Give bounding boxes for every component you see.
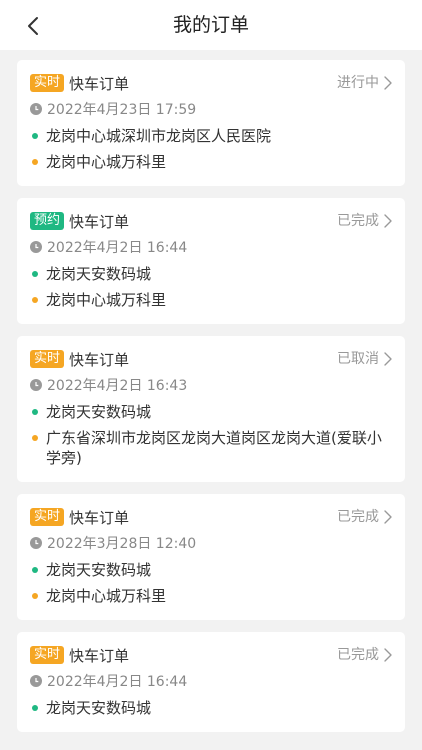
- end-dot-icon: [32, 435, 38, 441]
- order-mode-badge: 实时: [30, 350, 65, 368]
- order-type-label: 快车订单: [69, 646, 130, 665]
- end-dot-icon: [32, 297, 38, 303]
- top-bar: 我的订单: [0, 0, 422, 50]
- order-type-label: 快车订单: [69, 350, 130, 369]
- order-status-label: 已完成: [337, 647, 379, 663]
- order-status[interactable]: 已完成: [337, 644, 392, 666]
- order-status[interactable]: 已取消: [337, 348, 392, 370]
- order-card[interactable]: 预约 快车订单 已完成 2022年4月2日 16:44 龙岗天安数码城 龙岗中心…: [17, 198, 405, 324]
- end-address: 龙岗中心城万科里: [30, 290, 392, 310]
- start-address-text: 龙岗天安数码城: [46, 699, 152, 717]
- chevron-right-icon: [383, 510, 392, 524]
- order-mode-badge: 实时: [30, 646, 65, 664]
- start-address: 龙岗天安数码城: [30, 264, 392, 284]
- order-status-label: 已取消: [337, 351, 379, 367]
- start-dot-icon: [32, 133, 38, 139]
- start-address-text: 龙岗中心城深圳市龙岗区人民医院: [46, 127, 272, 145]
- clock-icon: [30, 241, 42, 253]
- order-card[interactable]: 实时 快车订单 进行中 2022年4月23日 17:59 龙岗中心城深圳市龙岗区…: [17, 60, 405, 186]
- order-card[interactable]: 实时 快车订单 已完成 2022年4月2日 16:44 龙岗天安数码城: [17, 632, 405, 732]
- order-status[interactable]: 已完成: [337, 506, 392, 528]
- end-address: 龙岗中心城万科里: [30, 586, 392, 606]
- end-address: 龙岗中心城万科里: [30, 152, 392, 172]
- start-dot-icon: [32, 567, 38, 573]
- order-mode-badge: 实时: [30, 508, 65, 526]
- order-status-label: 进行中: [337, 75, 379, 91]
- chevron-right-icon: [383, 352, 392, 366]
- end-address-text: 广东省深圳市龙岗区龙岗大道岗区龙岗大道(爱联小学旁): [46, 429, 382, 467]
- order-list: 实时 快车订单 进行中 2022年4月23日 17:59 龙岗中心城深圳市龙岗区…: [17, 60, 405, 744]
- start-address: 龙岗天安数码城: [30, 698, 392, 718]
- order-type-label: 快车订单: [69, 508, 130, 527]
- end-address-text: 龙岗中心城万科里: [46, 291, 167, 309]
- clock-icon: [30, 537, 42, 549]
- order-time: 2022年4月2日 16:44: [47, 240, 188, 256]
- order-time: 2022年4月23日 17:59: [47, 102, 197, 118]
- order-time: 2022年3月28日 12:40: [47, 536, 197, 552]
- clock-icon: [30, 103, 42, 115]
- order-card[interactable]: 实时 快车订单 已取消 2022年4月2日 16:43 龙岗天安数码城 广东省深…: [17, 336, 405, 482]
- chevron-right-icon: [383, 648, 392, 662]
- order-type-label: 快车订单: [69, 212, 130, 231]
- start-address: 龙岗中心城深圳市龙岗区人民医院: [30, 126, 392, 146]
- clock-icon: [30, 675, 42, 687]
- start-dot-icon: [32, 705, 38, 711]
- order-type-label: 快车订单: [69, 74, 130, 93]
- start-address: 龙岗天安数码城: [30, 402, 392, 422]
- order-time: 2022年4月2日 16:44: [47, 674, 188, 690]
- start-dot-icon: [32, 409, 38, 415]
- order-status[interactable]: 已完成: [337, 210, 392, 232]
- order-mode-badge: 预约: [30, 212, 65, 230]
- chevron-right-icon: [383, 214, 392, 228]
- start-address-text: 龙岗天安数码城: [46, 265, 152, 283]
- end-dot-icon: [32, 593, 38, 599]
- page-title: 我的订单: [172, 14, 249, 36]
- end-address-text: 龙岗中心城万科里: [46, 587, 167, 605]
- start-address-text: 龙岗天安数码城: [46, 561, 152, 579]
- order-mode-badge: 实时: [30, 74, 65, 92]
- order-card[interactable]: 实时 快车订单 已完成 2022年3月28日 12:40 龙岗天安数码城 龙岗中…: [17, 494, 405, 620]
- end-address: 广东省深圳市龙岗区龙岗大道岗区龙岗大道(爱联小学旁): [30, 428, 392, 468]
- end-dot-icon: [32, 159, 38, 165]
- start-address: 龙岗天安数码城: [30, 560, 392, 580]
- chevron-right-icon: [383, 76, 392, 90]
- order-time: 2022年4月2日 16:43: [47, 378, 188, 394]
- clock-icon: [30, 379, 42, 391]
- start-dot-icon: [32, 271, 38, 277]
- order-status[interactable]: 进行中: [337, 72, 392, 94]
- order-status-label: 已完成: [337, 509, 379, 525]
- end-address-text: 龙岗中心城万科里: [46, 153, 167, 171]
- start-address-text: 龙岗天安数码城: [46, 403, 152, 421]
- order-status-label: 已完成: [337, 213, 379, 229]
